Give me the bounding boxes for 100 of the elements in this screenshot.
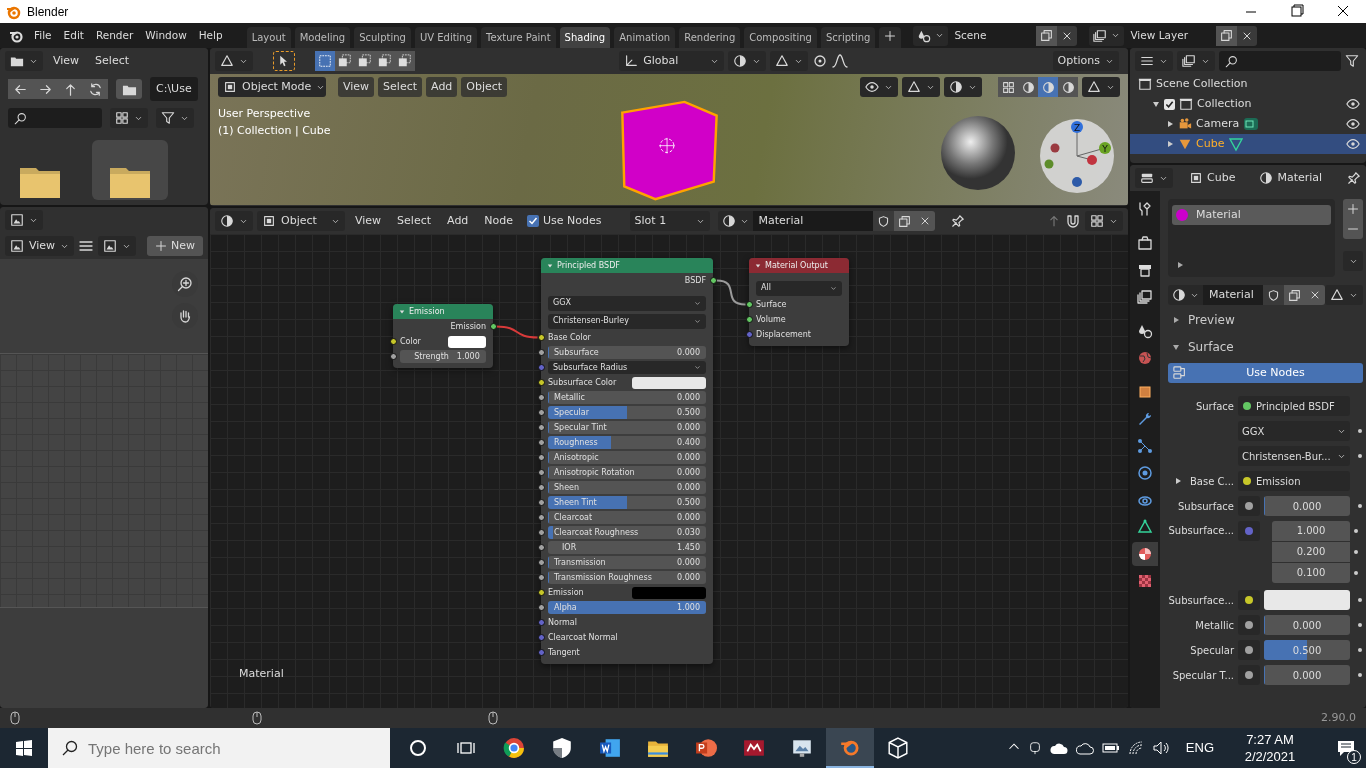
- outliner-row[interactable]: Cube: [1130, 134, 1366, 154]
- menu-item[interactable]: Help: [194, 25, 227, 46]
- socket-label: Emission: [548, 586, 584, 599]
- node-card[interactable]: Material Output All Surface Volume Displacement: [749, 258, 849, 346]
- transform-orientation-dropdown[interactable]: Global: [619, 51, 725, 71]
- menu-item[interactable]: Add: [441, 210, 475, 232]
- path-field[interactable]: C:\Use: [150, 77, 198, 101]
- workspace-tab[interactable]: Layout: [246, 27, 291, 48]
- menu-item[interactable]: Add: [426, 77, 458, 97]
- workspace-tab[interactable]: Compositing: [744, 27, 817, 48]
- menu-item[interactable]: Object: [461, 77, 508, 97]
- outliner-row[interactable]: Camera: [1130, 114, 1366, 134]
- node-dropdown[interactable]: Christensen-Burley: [548, 313, 706, 329]
- workspace-tab[interactable]: Texture Paint: [481, 27, 556, 48]
- workspace-tab[interactable]: UV Editing: [414, 27, 478, 48]
- value-slider[interactable]: Anisotropic Rotation 0.000: [548, 466, 706, 479]
- node-dropdown[interactable]: GGX: [548, 295, 706, 311]
- options-dropdown[interactable]: Options: [1052, 51, 1119, 71]
- notification-count: 1: [1347, 750, 1361, 764]
- node-header[interactable]: Principled BSDF: [541, 258, 713, 273]
- dropdown[interactable]: GGX: [1238, 421, 1350, 441]
- value-slider[interactable]: 0.000: [1264, 665, 1350, 685]
- workspace-tab[interactable]: Modeling: [294, 27, 351, 48]
- number-field[interactable]: 0.100: [1272, 562, 1350, 583]
- value-slider[interactable]: Anisotropic 0.000: [548, 451, 706, 464]
- number-field[interactable]: 1.000: [1272, 520, 1350, 541]
- node-dropdown[interactable]: All: [756, 280, 842, 296]
- slot-dropdown[interactable]: Slot 1: [629, 211, 710, 231]
- linked-node-button[interactable]: Principled BSDF: [1238, 396, 1350, 416]
- value-slider[interactable]: 0.500: [1264, 640, 1350, 660]
- outliner-label: Camera: [1196, 115, 1240, 132]
- socket-label: Displacement: [756, 328, 811, 341]
- value-slider[interactable]: Metallic 0.000: [548, 391, 706, 404]
- value-slider[interactable]: Alpha 1.000: [548, 601, 706, 614]
- breadcrumb-item: Cube: [1207, 169, 1236, 186]
- value-slider[interactable]: Transmission Roughness 0.000: [548, 571, 706, 584]
- node-header[interactable]: Emission: [393, 304, 493, 319]
- menu-item[interactable]: Select: [391, 210, 438, 232]
- notifications-button[interactable]: 1: [1326, 728, 1366, 768]
- workspace-tab[interactable]: Sculpting: [354, 27, 411, 48]
- socket-label: Base Color: [548, 331, 591, 344]
- menu-item[interactable]: Select: [89, 50, 136, 72]
- menu-item[interactable]: View: [349, 210, 388, 232]
- workspace-tab[interactable]: Rendering: [679, 27, 741, 48]
- node-header[interactable]: Material Output: [749, 258, 849, 273]
- language-indicator[interactable]: ENG: [1185, 738, 1214, 758]
- outliner-row[interactable]: Scene Collection: [1130, 74, 1366, 94]
- number-field[interactable]: 0.200: [1272, 541, 1350, 562]
- value-slider[interactable]: Transmission 0.000: [548, 556, 706, 569]
- search-input[interactable]: Type here to search: [48, 728, 390, 768]
- number-field[interactable]: IOR 1.450: [548, 541, 706, 554]
- menu-item[interactable]: File: [30, 25, 56, 46]
- view-dropdown[interactable]: View: [5, 236, 75, 256]
- socket-label: Volume: [756, 313, 786, 326]
- menu-item[interactable]: View: [47, 50, 86, 72]
- value-slider[interactable]: Sheen 0.000: [548, 481, 706, 494]
- workspace-tab[interactable]: Scripting: [820, 27, 876, 48]
- panel-header[interactable]: Surface: [1168, 335, 1363, 359]
- value-slider[interactable]: Roughness 0.400: [548, 436, 706, 449]
- value-slider[interactable]: Clearcoat Roughness 0.030: [548, 526, 706, 539]
- value-slider[interactable]: 0.000: [1264, 615, 1350, 635]
- node-dropdown[interactable]: Subsurface Radius: [548, 361, 706, 374]
- workspace-tab[interactable]: Animation: [614, 27, 676, 48]
- value-slider[interactable]: 0.000: [1264, 496, 1350, 516]
- value-slider[interactable]: Specular 0.500: [548, 406, 706, 419]
- window-title: Blender: [27, 3, 69, 21]
- value-slider[interactable]: Subsurface 0.000: [548, 346, 706, 359]
- menu-item[interactable]: Window: [141, 25, 191, 46]
- outliner-row[interactable]: Collection: [1130, 94, 1366, 114]
- menu-item[interactable]: View: [338, 77, 375, 97]
- socket-label: Normal: [548, 616, 577, 629]
- version-label: 2.90.0: [1321, 709, 1356, 726]
- socket-label: Color: [400, 335, 421, 348]
- workspace-tab[interactable]: Shading: [559, 27, 611, 48]
- property-label: Base C...: [1189, 474, 1234, 489]
- value-slider[interactable]: Clearcoat 0.000: [548, 511, 706, 524]
- value-slider[interactable]: Sheen Tint 0.500: [548, 496, 706, 509]
- clock[interactable]: 7:27 AM 2/2/2021: [1230, 731, 1310, 765]
- use-nodes-button[interactable]: Use Nodes: [1168, 363, 1363, 383]
- breadcrumb-item: Material: [1277, 169, 1323, 186]
- material-name-field[interactable]: Material: [752, 211, 873, 231]
- shader-type-dropdown[interactable]: Object: [257, 211, 345, 231]
- menu-item[interactable]: Select: [378, 77, 423, 97]
- socket-label: BSDF: [684, 274, 706, 287]
- number-field[interactable]: Strength 1.000: [400, 350, 486, 363]
- menu-item[interactable]: Edit: [59, 25, 88, 46]
- navigation-gizmo[interactable]: Z Y: [1039, 118, 1115, 194]
- material-name-field[interactable]: Material: [1203, 285, 1263, 305]
- panel-header[interactable]: Preview: [1168, 308, 1363, 332]
- menu-item[interactable]: Render: [91, 25, 138, 46]
- linked-node-button[interactable]: Emission: [1238, 471, 1350, 491]
- material-slot-item[interactable]: Material: [1172, 205, 1331, 225]
- mode-dropdown[interactable]: Object Mode: [218, 77, 326, 97]
- property-label: Specular T...: [1171, 668, 1234, 683]
- menu-item[interactable]: Node: [478, 210, 520, 232]
- dropdown[interactable]: Christensen-Bur...: [1238, 446, 1350, 466]
- canvas-label: Material: [239, 665, 284, 682]
- use-nodes-checkbox[interactable]: Use Nodes: [527, 212, 602, 230]
- value-slider[interactable]: Specular Tint 0.000: [548, 421, 706, 434]
- new-image-button[interactable]: New: [147, 236, 203, 256]
